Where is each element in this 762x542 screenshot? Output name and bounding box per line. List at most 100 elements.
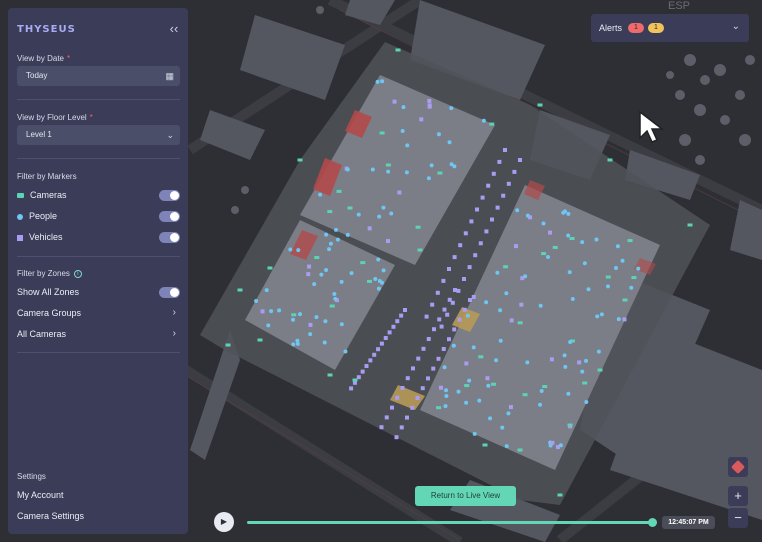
vehicle-marker[interactable] bbox=[383, 336, 388, 340]
person-marker[interactable] bbox=[451, 343, 456, 348]
person-marker[interactable] bbox=[614, 265, 619, 270]
camera-marker[interactable] bbox=[557, 493, 563, 497]
person-marker[interactable] bbox=[488, 416, 493, 421]
vehicle-marker[interactable] bbox=[480, 195, 485, 200]
person-marker[interactable] bbox=[449, 162, 454, 167]
camera-marker[interactable] bbox=[489, 122, 495, 126]
vehicle-marker[interactable] bbox=[367, 226, 372, 231]
vehicle-marker[interactable] bbox=[549, 357, 554, 362]
person-marker[interactable] bbox=[339, 279, 344, 284]
camera-marker[interactable] bbox=[537, 103, 543, 107]
camera-marker[interactable] bbox=[437, 171, 443, 175]
vehicle-marker[interactable] bbox=[260, 309, 265, 314]
camera-marker[interactable] bbox=[569, 237, 575, 241]
person-marker[interactable] bbox=[308, 332, 313, 337]
camera-marker[interactable] bbox=[517, 321, 523, 325]
camera-marker[interactable] bbox=[329, 304, 335, 308]
vehicle-marker[interactable] bbox=[548, 230, 553, 235]
vehicle-marker[interactable] bbox=[400, 386, 405, 390]
camera-marker[interactable] bbox=[257, 338, 263, 342]
info-icon[interactable]: i bbox=[73, 269, 82, 278]
person-marker[interactable] bbox=[506, 411, 511, 416]
vehicle-marker[interactable] bbox=[387, 330, 392, 335]
vehicle-marker[interactable] bbox=[503, 148, 507, 152]
person-marker[interactable] bbox=[562, 353, 567, 358]
person-marker[interactable] bbox=[442, 365, 447, 370]
vehicle-marker[interactable] bbox=[473, 253, 478, 258]
person-marker[interactable] bbox=[538, 402, 543, 407]
person-marker[interactable] bbox=[323, 319, 328, 324]
person-marker[interactable] bbox=[377, 214, 382, 219]
vehicle-marker[interactable] bbox=[438, 385, 443, 390]
vehicle-marker[interactable] bbox=[490, 217, 494, 222]
camera-marker[interactable] bbox=[607, 158, 613, 162]
floor-select[interactable]: Level 1 ⌄ bbox=[17, 125, 180, 145]
person-marker[interactable] bbox=[465, 313, 470, 318]
person-marker[interactable] bbox=[373, 276, 378, 281]
person-marker[interactable] bbox=[566, 233, 571, 238]
person-marker[interactable] bbox=[541, 221, 546, 226]
person-marker[interactable] bbox=[312, 282, 317, 287]
vehicle-marker[interactable] bbox=[457, 317, 462, 322]
person-marker[interactable] bbox=[515, 208, 520, 213]
person-marker[interactable] bbox=[324, 268, 329, 273]
person-marker[interactable] bbox=[629, 285, 634, 290]
person-marker[interactable] bbox=[335, 237, 340, 242]
vehicle-marker[interactable] bbox=[478, 241, 483, 246]
camera-marker[interactable] bbox=[478, 355, 484, 359]
person-marker[interactable] bbox=[343, 349, 348, 354]
vehicle-marker[interactable] bbox=[427, 98, 432, 103]
person-marker[interactable] bbox=[401, 105, 406, 110]
camera-marker[interactable] bbox=[622, 298, 628, 302]
person-marker[interactable] bbox=[349, 271, 354, 276]
vehicle-marker[interactable] bbox=[622, 317, 627, 322]
camera-marker[interactable] bbox=[541, 252, 547, 256]
camera-marker[interactable] bbox=[360, 261, 366, 265]
camera-marker[interactable] bbox=[395, 48, 401, 52]
vehicle-marker[interactable] bbox=[416, 356, 421, 361]
person-marker[interactable] bbox=[381, 205, 386, 210]
person-marker[interactable] bbox=[389, 211, 394, 216]
timeline-track[interactable] bbox=[247, 521, 654, 524]
show-all-zones-toggle[interactable] bbox=[159, 287, 180, 298]
vehicle-marker[interactable] bbox=[432, 327, 436, 332]
person-marker[interactable] bbox=[636, 266, 641, 271]
person-marker[interactable] bbox=[566, 211, 571, 216]
person-marker[interactable] bbox=[605, 284, 610, 289]
vehicle-marker[interactable] bbox=[436, 356, 441, 361]
vehicle-marker[interactable] bbox=[421, 346, 426, 351]
person-marker[interactable] bbox=[477, 398, 482, 403]
camera-marker[interactable] bbox=[417, 248, 423, 252]
camera-marker[interactable] bbox=[605, 275, 611, 279]
vehicle-marker[interactable] bbox=[550, 440, 555, 445]
person-marker[interactable] bbox=[332, 292, 337, 297]
person-marker[interactable] bbox=[333, 296, 338, 301]
person-marker[interactable] bbox=[295, 338, 300, 343]
camera-marker[interactable] bbox=[687, 223, 693, 227]
vehicle-marker[interactable] bbox=[306, 272, 311, 277]
vehicle-marker[interactable] bbox=[447, 297, 452, 302]
camera-marker[interactable] bbox=[225, 343, 231, 347]
vehicle-marker[interactable] bbox=[469, 219, 474, 224]
person-marker[interactable] bbox=[568, 339, 573, 344]
camera-marker[interactable] bbox=[336, 189, 342, 193]
vehicle-marker[interactable] bbox=[463, 231, 468, 236]
person-marker[interactable] bbox=[404, 170, 409, 175]
vehicle-marker[interactable] bbox=[392, 99, 397, 104]
camera-marker[interactable] bbox=[352, 378, 358, 382]
camera-marker[interactable] bbox=[491, 382, 497, 386]
person-marker[interactable] bbox=[444, 388, 449, 393]
vehicle-marker[interactable] bbox=[447, 267, 451, 271]
vehicle-marker[interactable] bbox=[577, 360, 582, 365]
zoom-out-button[interactable]: − bbox=[728, 508, 748, 528]
play-button[interactable]: ▶ bbox=[214, 512, 234, 532]
person-marker[interactable] bbox=[570, 297, 575, 302]
person-marker[interactable] bbox=[464, 400, 469, 405]
vehicles-toggle[interactable] bbox=[159, 232, 180, 243]
vehicle-marker[interactable] bbox=[424, 314, 429, 319]
vehicle-marker[interactable] bbox=[395, 319, 400, 324]
vehicle-marker[interactable] bbox=[439, 324, 444, 329]
camera-marker[interactable] bbox=[291, 313, 297, 317]
vehicle-marker[interactable] bbox=[437, 317, 442, 322]
person-marker[interactable] bbox=[525, 360, 530, 365]
